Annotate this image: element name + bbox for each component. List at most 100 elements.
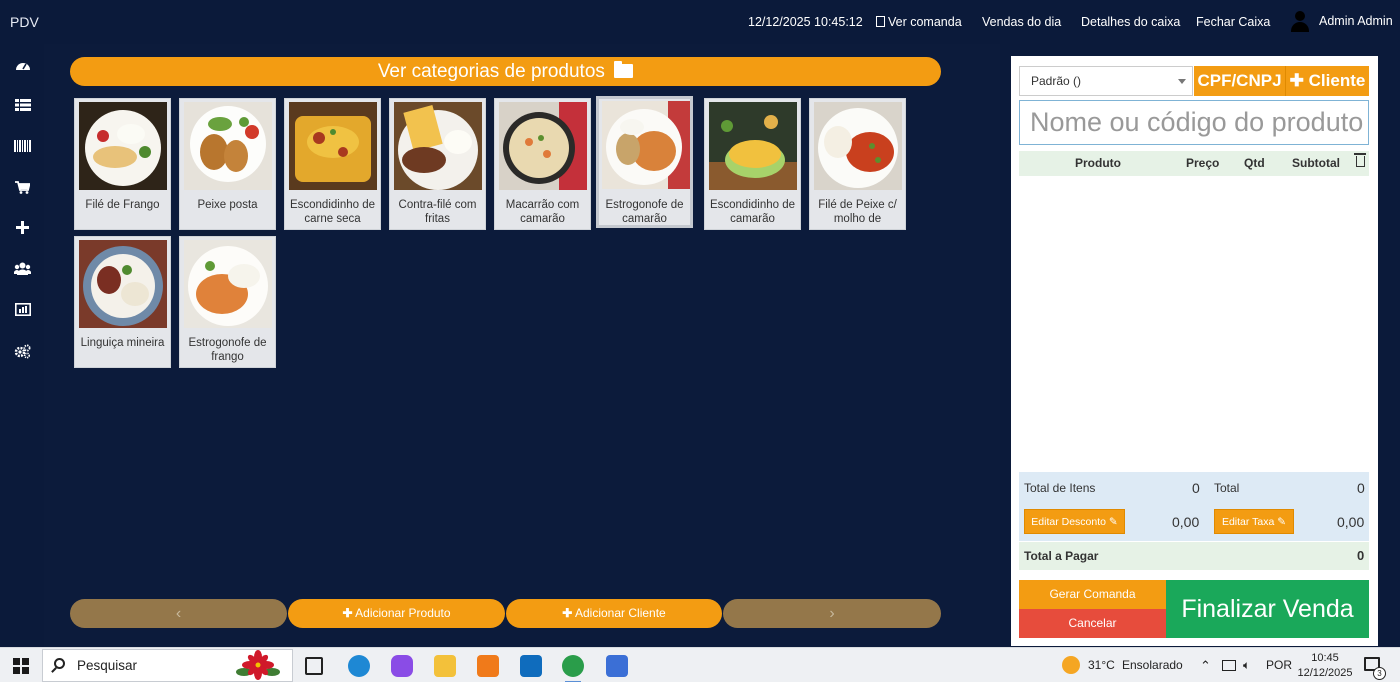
app-brand[interactable]: PDV bbox=[10, 14, 39, 30]
product-name: Peixe posta bbox=[197, 199, 258, 211]
chart-icon[interactable] bbox=[14, 303, 31, 317]
total-to-pay-row: Total a Pagar 0 bbox=[1019, 542, 1369, 570]
col-subtotal: Subtotal bbox=[1292, 156, 1340, 170]
finalize-sale-button[interactable]: Finalizar Venda bbox=[1166, 580, 1369, 638]
product-name: Estrogonofe de camarão bbox=[605, 199, 684, 225]
edit-fee-button[interactable]: Editar Taxa ✎ bbox=[1214, 509, 1294, 534]
cart-icon[interactable] bbox=[14, 181, 31, 195]
users-icon[interactable] bbox=[13, 262, 32, 276]
chrome-icon[interactable] bbox=[562, 655, 584, 682]
edit-icon: ✎ bbox=[1108, 516, 1118, 528]
sidebar bbox=[0, 44, 44, 648]
edit-discount-button[interactable]: Editar Desconto ✎ bbox=[1024, 509, 1125, 534]
folder-icon bbox=[614, 61, 634, 78]
taskbar-search-label: Pesquisar bbox=[77, 658, 138, 673]
app-icon[interactable] bbox=[606, 655, 628, 677]
product-card[interactable]: Contra-filé com fritas bbox=[389, 98, 486, 230]
product-card[interactable]: Peixe posta bbox=[179, 98, 276, 230]
weather-icon bbox=[1062, 656, 1080, 674]
product-name: Contra-filé com fritas bbox=[398, 199, 477, 225]
next-page-button[interactable]: › bbox=[723, 599, 941, 628]
product-image bbox=[184, 102, 272, 190]
total-itens-label: Total de Itens bbox=[1024, 481, 1096, 495]
product-image bbox=[184, 240, 272, 328]
prev-page-button[interactable]: ‹ bbox=[70, 599, 287, 628]
datetime: 12/12/2025 10:45:12 bbox=[748, 15, 863, 29]
product-card[interactable]: Macarrão com camarão bbox=[494, 98, 591, 230]
trash-icon[interactable] bbox=[1354, 153, 1366, 167]
product-image bbox=[499, 102, 587, 190]
product-image bbox=[602, 101, 690, 189]
fechar-caixa-link[interactable]: Fechar Caixa bbox=[1196, 15, 1270, 29]
edge-icon[interactable] bbox=[348, 655, 370, 677]
product-card[interactable]: Escondidinho de carne seca bbox=[284, 98, 381, 230]
clock-time: 10:45 bbox=[1311, 652, 1339, 664]
add-product-button[interactable]: ✚ Adicionar Produto bbox=[288, 599, 505, 628]
product-name: Escondidinho de camarão bbox=[709, 199, 796, 225]
product-card[interactable]: Estrogonofe de camarão bbox=[596, 96, 693, 228]
cart-panel: Padrão () CPF/CNPJ ✚ Cliente Produto Pre… bbox=[1011, 56, 1378, 646]
language-indicator[interactable]: POR bbox=[1266, 658, 1292, 672]
product-card[interactable]: Filé de Frango bbox=[74, 98, 171, 230]
total-to-pay-label: Total a Pagar bbox=[1024, 549, 1099, 563]
product-card[interactable]: Filé de Peixe c/ molho de bbox=[809, 98, 906, 230]
ver-comanda-label: Ver comanda bbox=[888, 15, 962, 29]
caret-down-icon bbox=[1178, 79, 1186, 84]
total-to-pay-value: 0 bbox=[1357, 548, 1365, 563]
app-icon[interactable] bbox=[477, 655, 499, 677]
network-icon[interactable] bbox=[1222, 660, 1236, 671]
vendas-do-dia-link[interactable]: Vendas do dia bbox=[982, 15, 1061, 29]
generate-order-button[interactable]: Gerar Comanda bbox=[1019, 580, 1166, 609]
windows-start-icon[interactable] bbox=[13, 658, 29, 674]
user-menu[interactable]: Admin Admin bbox=[1290, 11, 1393, 32]
weather-desc[interactable]: Ensolarado bbox=[1122, 658, 1183, 672]
taskbar: Pesquisar 31°C Ensolarado ⌃ 🔈︎ POR 10:45… bbox=[0, 647, 1400, 682]
copilot-icon[interactable] bbox=[391, 655, 413, 677]
adjustments-row: Editar Desconto ✎ 0,00 Editar Taxa ✎ 0,0… bbox=[1019, 505, 1369, 541]
product-image bbox=[79, 102, 167, 190]
product-name: Filé de Peixe c/ molho de bbox=[818, 199, 897, 225]
edit-discount-label: Editar Desconto bbox=[1031, 516, 1106, 528]
product-card[interactable]: Escondidinho de camarão bbox=[704, 98, 801, 230]
product-name: Filé de Frango bbox=[85, 199, 160, 211]
volume-icon[interactable]: 🔈︎ bbox=[1243, 658, 1250, 673]
plus-icon: ✚ bbox=[562, 606, 573, 620]
add-client-cart-button[interactable]: ✚ Cliente bbox=[1285, 66, 1369, 96]
products-panel: Ver categorias de produtos Filé de Frang… bbox=[44, 44, 1000, 648]
product-search-input[interactable] bbox=[1019, 100, 1369, 145]
barcode-icon[interactable] bbox=[14, 140, 31, 154]
cpf-cnpj-button[interactable]: CPF/CNPJ bbox=[1194, 66, 1285, 96]
product-image bbox=[289, 102, 377, 190]
user-name: Admin Admin bbox=[1319, 14, 1393, 28]
chevron-up-icon[interactable]: ⌃ bbox=[1200, 658, 1211, 674]
product-card[interactable]: Estrogonofe de frango bbox=[179, 236, 276, 368]
file-explorer-icon[interactable] bbox=[434, 655, 456, 677]
product-name: Estrogonofe de frango bbox=[188, 337, 267, 363]
ver-comanda-link[interactable]: Ver comanda bbox=[876, 15, 962, 29]
detalhes-do-caixa-link[interactable]: Detalhes do caixa bbox=[1081, 15, 1180, 29]
col-produto: Produto bbox=[1075, 156, 1121, 170]
total-value: 0 bbox=[1357, 480, 1365, 496]
view-categories-button[interactable]: Ver categorias de produtos bbox=[70, 57, 941, 86]
plus-icon[interactable] bbox=[14, 221, 31, 235]
gears-icon[interactable] bbox=[14, 344, 31, 359]
dashboard-icon[interactable] bbox=[14, 58, 31, 72]
system-clock[interactable]: 10:45 12/12/2025 bbox=[1297, 651, 1353, 681]
weather-temp[interactable]: 31°C bbox=[1088, 658, 1115, 672]
task-view-icon[interactable] bbox=[305, 657, 323, 675]
discount-value: 0,00 bbox=[1172, 514, 1200, 530]
product-image bbox=[814, 102, 902, 190]
chevron-left-icon: ‹ bbox=[175, 605, 182, 622]
outlook-icon[interactable] bbox=[520, 655, 542, 677]
add-client-label: Adicionar Cliente bbox=[575, 606, 666, 620]
product-image bbox=[79, 240, 167, 328]
add-client-button[interactable]: ✚ Adicionar Cliente bbox=[506, 599, 722, 628]
product-name: Macarrão com camarão bbox=[505, 199, 580, 225]
price-table-select[interactable]: Padrão () bbox=[1019, 66, 1193, 96]
product-card[interactable]: Linguiça mineira bbox=[74, 236, 171, 368]
table-icon[interactable] bbox=[14, 99, 31, 113]
notification-count: 3 bbox=[1373, 667, 1386, 680]
cancel-button[interactable]: Cancelar bbox=[1019, 609, 1166, 638]
product-name: Escondidinho de carne seca bbox=[289, 199, 376, 225]
cart-table-header: Produto Preço Qtd Subtotal bbox=[1019, 151, 1369, 176]
